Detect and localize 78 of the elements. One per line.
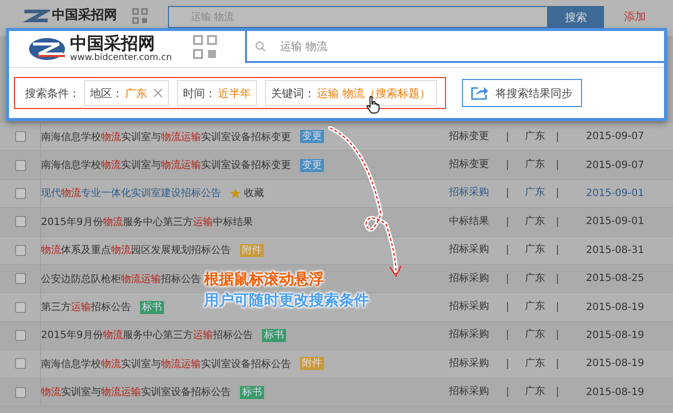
tag-badge: 标书 (240, 386, 264, 399)
filter-chip[interactable]: 关键词： 运输 物流（搜索标题） (265, 80, 437, 106)
logo-icon (27, 36, 67, 62)
callout-text: 根据鼠标滚动悬浮 (204, 270, 325, 289)
result-title-link[interactable]: 南海信息学校物流实训室与物流运输实训室设备招标公告 (41, 356, 291, 371)
tag-badge: 变更 (300, 130, 324, 144)
type-cell: 招标采购 (449, 330, 508, 340)
search-field[interactable]: 运输 物流 (245, 31, 664, 63)
tag-badge: 标书 (262, 328, 286, 342)
region-cell: 广东 (508, 274, 558, 284)
region-cell: 广东 (508, 132, 558, 142)
type-cell: 招标变更 (449, 160, 508, 170)
result-title-link[interactable]: 南海信息学校物流实训室与物流运输实训室设备招标变更 (41, 130, 291, 144)
date-cell: 2015-09-01 (586, 216, 644, 228)
share-icon (470, 86, 489, 100)
result-title-link[interactable]: 物流实训室与物流运输实训室设备招标公告 (41, 385, 231, 400)
region-cell: 广东 (508, 160, 558, 170)
date-cell: 2015-09-07 (586, 131, 644, 142)
checkbox[interactable] (15, 302, 26, 313)
type-cell: 招标采购 (449, 188, 508, 198)
filter-chip[interactable]: 时间： 近半年 (177, 80, 258, 106)
type-cell: 招标采购 (449, 274, 508, 284)
result-title-link[interactable]: 南海信息学校物流实训室与物流运输实训室设备招标变更 (41, 158, 291, 172)
checkbox[interactable] (15, 188, 26, 199)
checkbox[interactable] (15, 330, 26, 341)
date-cell: 2015-08-25 (586, 273, 644, 284)
type-cell: 招标采购 (449, 358, 508, 369)
result-title-link[interactable]: 2015年9月份物流服务中心第三方运输中标结果 (41, 214, 253, 229)
conditions-label: 搜索条件 : (25, 86, 76, 100)
type-cell: 招标变更 (449, 132, 508, 142)
result-title-link[interactable]: 现代物流专业一体化实训室建设招标公告 (41, 186, 221, 200)
favorite-link[interactable]: 收藏 (244, 186, 264, 200)
checkbox[interactable] (15, 131, 26, 142)
site-logo-text: 中国采招网 (52, 6, 117, 24)
date-cell: 2015-08-19 (586, 386, 644, 398)
checkbox[interactable] (15, 358, 26, 370)
tag-badge: 附件 (240, 244, 264, 257)
region-cell: 广东 (508, 245, 558, 256)
checkbox[interactable] (15, 244, 26, 256)
site-url: www.bidcenter.com.cn (70, 54, 172, 62)
date-cell: 2015-08-19 (586, 358, 644, 370)
tag-badge: 变更 (300, 158, 324, 172)
type-cell: 招标采购 (449, 302, 508, 312)
checkbox[interactable] (15, 216, 26, 228)
close-icon[interactable] (153, 88, 164, 98)
site-logo-text: 中国采招网 (70, 36, 155, 52)
result-title-link[interactable]: 物流体系及重点物流园区发展规划招标公告 (41, 243, 231, 258)
region-cell: 广东 (508, 188, 558, 198)
type-cell: 招标采购 (449, 245, 508, 256)
callout-text: 用户可随时更改搜索条件 (204, 291, 369, 310)
date-cell: 2015-08-19 (586, 330, 644, 341)
checkbox[interactable] (15, 160, 26, 171)
add-link[interactable]: 添加 (624, 9, 646, 24)
sync-results-button[interactable]: 将搜索结果同步 (462, 79, 582, 107)
qr-code-icon (132, 8, 148, 24)
region-cell: 广东 (508, 387, 558, 398)
region-cell: 广东 (508, 358, 558, 369)
star-icon[interactable] (230, 188, 241, 199)
region-cell: 广东 (508, 216, 558, 227)
type-cell: 招标采购 (449, 387, 508, 398)
date-cell: 2015-08-19 (586, 302, 644, 313)
region-cell: 广东 (508, 302, 558, 312)
region-cell: 广东 (508, 330, 558, 340)
checkbox[interactable] (15, 386, 26, 398)
result-title-link[interactable]: 公安边防总队枪柜物流运输招标公告 (41, 272, 201, 286)
result-title-link[interactable]: 第三方运输招标公告 (41, 300, 131, 314)
date-cell: 2015-09-01 (586, 188, 644, 199)
search-button[interactable]: 搜索 (548, 6, 604, 28)
qr-code-icon (193, 35, 217, 59)
tag-badge: 附件 (300, 357, 324, 370)
type-cell: 中标结果 (449, 216, 508, 227)
filter-chip[interactable]: 地区： 广东 (84, 80, 170, 106)
result-title-link[interactable]: 2015年9月份物流服务中心第三方运输招标公告 (41, 328, 253, 342)
tag-badge: 标书 (140, 300, 164, 314)
date-cell: 2015-08-31 (586, 244, 644, 256)
date-cell: 2015-09-07 (586, 160, 644, 171)
search-icon (255, 40, 266, 52)
checkbox[interactable] (15, 273, 26, 284)
